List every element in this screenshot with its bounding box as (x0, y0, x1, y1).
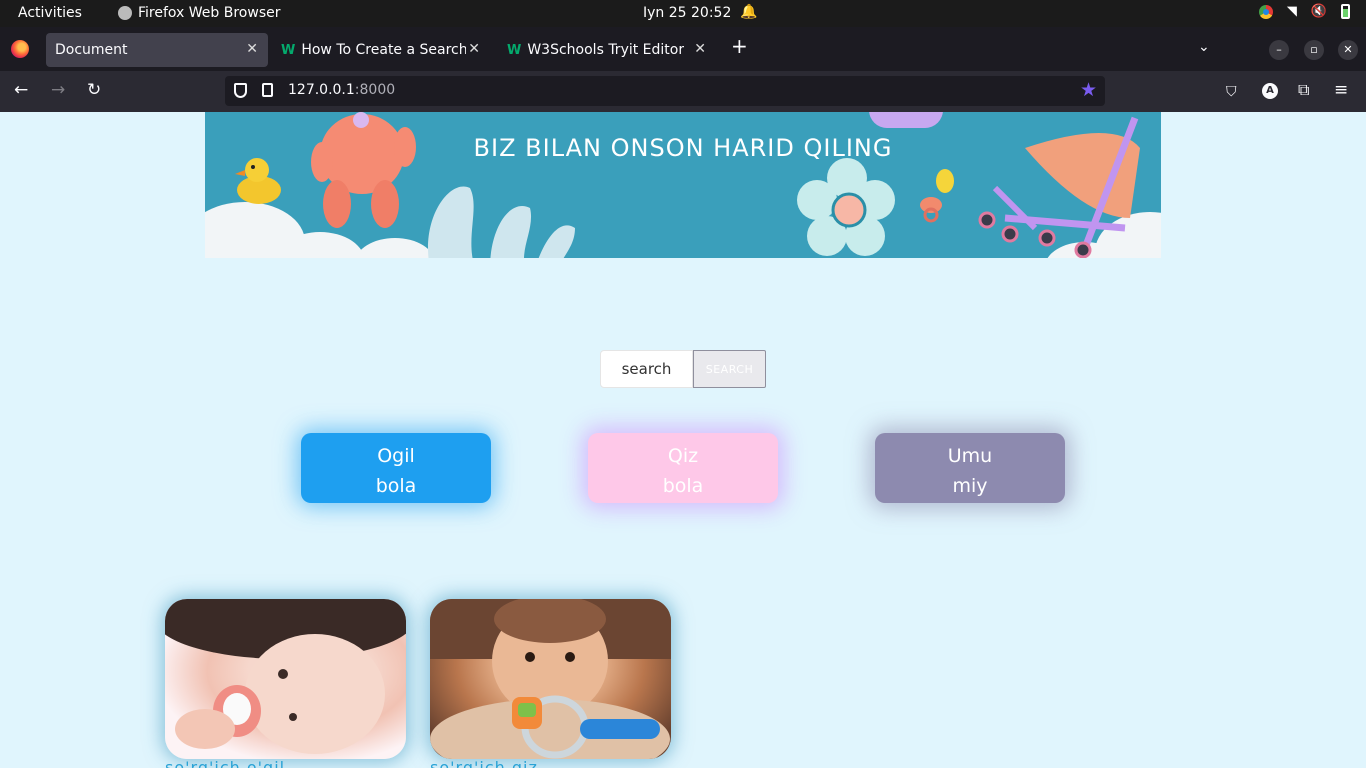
flower-illustration (797, 158, 895, 256)
battery-icon[interactable] (1341, 4, 1350, 19)
minimize-icon[interactable]: – (1269, 40, 1289, 60)
hamburger-menu-icon[interactable]: ≡ (1334, 80, 1348, 100)
category-button-girl[interactable]: Qiz bola (588, 433, 778, 503)
bell-icon[interactable]: 🔔 (740, 4, 757, 20)
page-icon[interactable] (262, 83, 273, 97)
shield-icon[interactable] (234, 83, 247, 98)
app-name-label: Firefox Web Browser (138, 5, 281, 21)
category-label-line2: miy (952, 474, 988, 497)
activities-button[interactable]: Activities (18, 5, 82, 21)
app-menu[interactable]: Firefox Web Browser (118, 5, 281, 21)
w3schools-icon: W (281, 42, 296, 58)
tab-title: How To Create a Search B (301, 42, 467, 58)
tab-strip: Document ✕ W How To Create a Search B ✕ … (0, 27, 1366, 71)
brush-illustration (869, 112, 943, 128)
firefox-logo-icon (11, 40, 29, 58)
product-card-image[interactable] (430, 599, 671, 759)
category-label-line1: Qiz (667, 444, 699, 467)
search-input[interactable] (600, 350, 693, 388)
baby-photo (430, 599, 671, 759)
bookmark-star-icon[interactable]: ★ (1080, 79, 1097, 101)
pocket-icon[interactable]: ⛉ (1226, 82, 1237, 102)
product-label: so'rg'ich o'gil (165, 759, 285, 768)
category-button-boy[interactable]: Ogil bola (301, 433, 491, 503)
tab-title: W3Schools Tryit Editor (527, 42, 685, 58)
restore-icon[interactable]: ▫ (1304, 40, 1324, 60)
tab-title: Document (55, 42, 128, 58)
back-arrow-icon[interactable]: ← (14, 80, 28, 100)
product-card-image[interactable] (165, 599, 406, 759)
category-label-line2: bola (375, 474, 417, 497)
reload-icon[interactable]: ↻ (87, 80, 101, 100)
category-label-line1: Umu (947, 444, 993, 467)
tab-search-bar-tutorial[interactable]: W How To Create a Search B ✕ (272, 33, 490, 67)
hero-banner: BIZ BILAN ONSON HARID QILING (205, 112, 1161, 258)
tab-tryit-editor[interactable]: W W3Schools Tryit Editor ✕ (498, 33, 716, 67)
url-text[interactable]: 127.0.0.1:8000 (288, 82, 395, 98)
baby-photo (165, 599, 406, 754)
navigation-bar: ← → ↻ 127.0.0.1:8000 ★ ⛉ A ⧉ ≡ (0, 71, 1366, 112)
window-close-icon[interactable]: ✕ (1338, 40, 1358, 60)
teddy-bear-illustration (311, 112, 416, 228)
close-icon[interactable]: ✕ (694, 41, 706, 57)
w3schools-icon: W (507, 42, 522, 58)
category-button-general[interactable]: Umu miy (875, 433, 1065, 503)
search-form: SEARCH (600, 350, 766, 388)
account-avatar[interactable]: A (1262, 83, 1278, 99)
product-label: so'rg'ich qiz (430, 759, 538, 768)
category-label-line2: bola (662, 474, 704, 497)
url-bar[interactable]: 127.0.0.1:8000 ★ (225, 76, 1105, 106)
tab-document[interactable]: Document ✕ (46, 33, 268, 67)
category-label-line1: Ogil (377, 444, 415, 467)
volume-muted-icon[interactable]: 🔇 (1311, 4, 1327, 19)
system-tray[interactable]: ◥ 🔇 (1258, 4, 1350, 19)
new-tab-icon[interactable]: + (731, 36, 748, 56)
search-button[interactable]: SEARCH (693, 350, 766, 388)
system-top-bar: Activities Firefox Web Browser Iyn 25 20… (0, 0, 1366, 27)
forward-arrow-icon[interactable]: → (51, 80, 65, 100)
clock[interactable]: Iyn 25 20:52 (643, 5, 731, 21)
leaf-illustration (428, 186, 575, 258)
close-icon[interactable]: ✕ (468, 41, 480, 57)
pacifier-illustration (920, 169, 954, 223)
wifi-icon[interactable]: ◥ (1287, 4, 1297, 19)
chrome-indicator-icon[interactable] (1258, 4, 1273, 19)
firefox-mini-icon (118, 6, 132, 20)
chevron-down-icon[interactable]: ⌄ (1198, 39, 1210, 55)
extensions-icon[interactable]: ⧉ (1298, 80, 1309, 100)
close-icon[interactable]: ✕ (246, 41, 258, 57)
hero-title: BIZ BILAN ONSON HARID QILING (473, 134, 893, 162)
